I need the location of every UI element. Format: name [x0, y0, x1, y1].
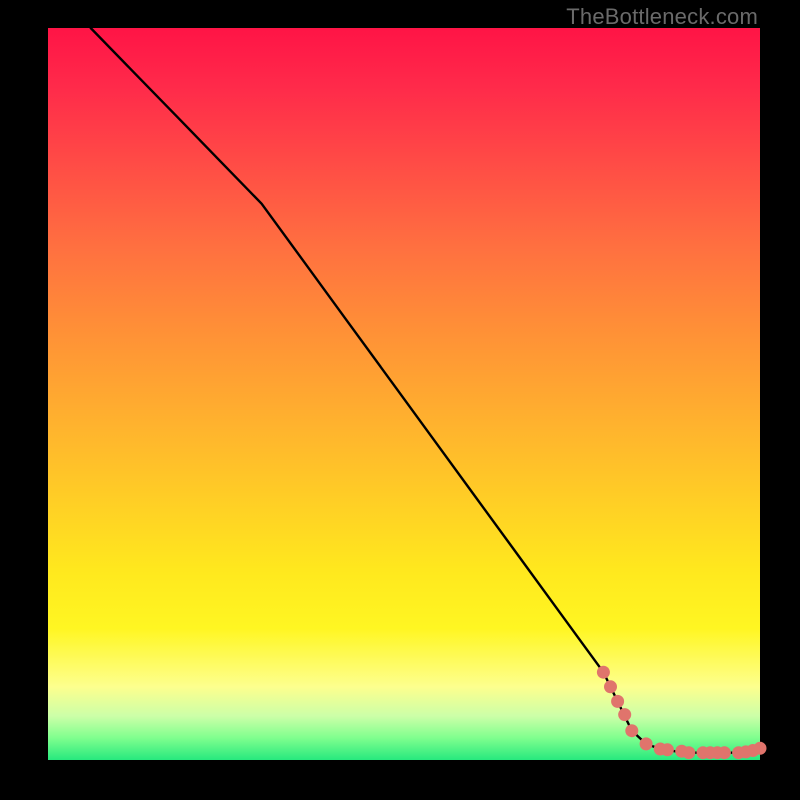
highlight-dot [682, 746, 695, 759]
chart-frame: TheBottleneck.com [0, 0, 800, 800]
bottleneck-curve-line [91, 28, 760, 753]
highlight-dot [640, 737, 653, 750]
highlight-dot [625, 724, 638, 737]
best-match-points [597, 666, 767, 760]
highlight-dot [754, 742, 767, 755]
watermark-label: TheBottleneck.com [566, 4, 758, 30]
highlight-dot [597, 666, 610, 679]
series-layer [48, 28, 760, 760]
highlight-dot [718, 746, 731, 759]
highlight-dot [604, 680, 617, 693]
highlight-dot [611, 695, 624, 708]
highlight-dot [661, 743, 674, 756]
highlight-dot [618, 708, 631, 721]
plot-area [48, 28, 760, 760]
